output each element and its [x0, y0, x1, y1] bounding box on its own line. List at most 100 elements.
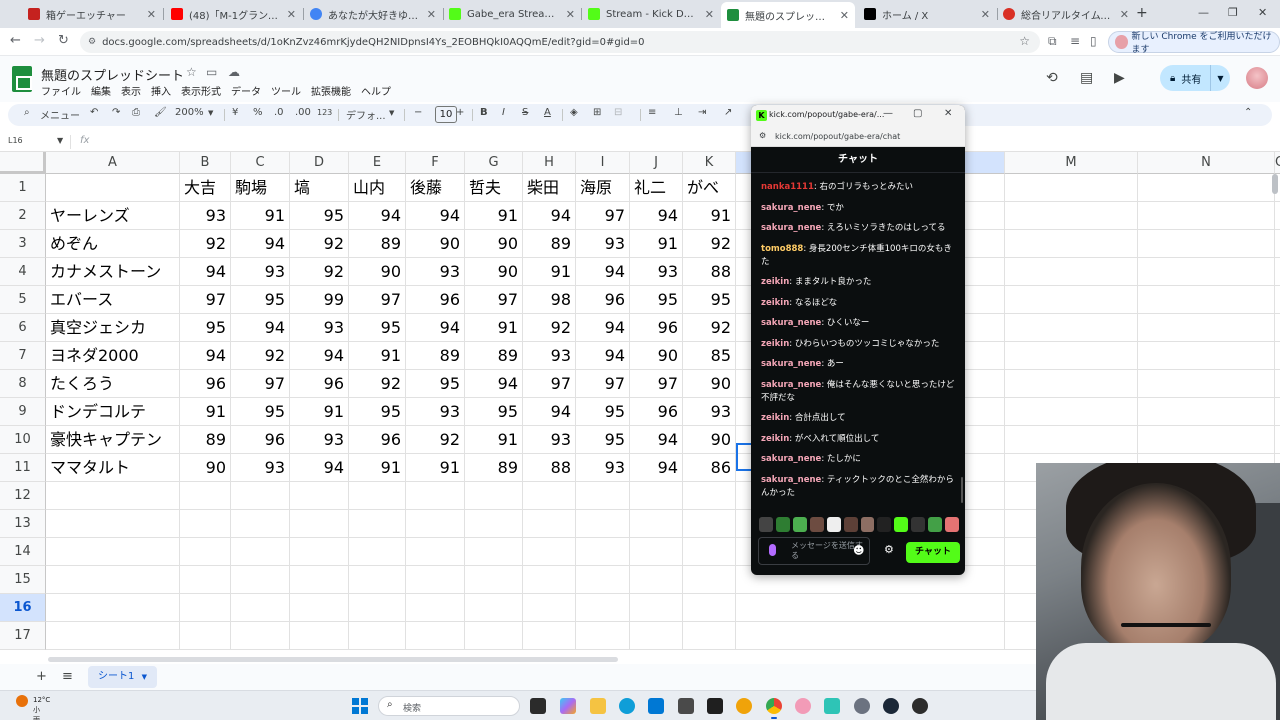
- zoom-select[interactable]: 200%: [175, 107, 204, 118]
- grid-cell[interactable]: [683, 510, 736, 538]
- grid-cell[interactable]: [576, 510, 630, 538]
- app-icon[interactable]: [824, 698, 840, 714]
- score-cell[interactable]: 91: [683, 202, 736, 230]
- chat-address-bar[interactable]: ⚙ kick.com/popout/gabe-era/chat: [751, 127, 965, 147]
- grid-cell[interactable]: [1138, 286, 1275, 314]
- grid-cell[interactable]: [1005, 174, 1138, 202]
- header-cell[interactable]: 後藤: [406, 174, 465, 202]
- score-cell[interactable]: 91: [349, 342, 406, 370]
- decrease-font-icon[interactable]: −: [414, 107, 422, 118]
- minimize-icon[interactable]: —: [1198, 6, 1209, 19]
- header-cell[interactable]: 哲夫: [465, 174, 523, 202]
- text-color-icon[interactable]: A: [544, 107, 551, 118]
- collapse-toolbar-icon[interactable]: ⌃: [1244, 107, 1252, 118]
- browser-tab[interactable]: 総合リアルタイムランキング | ✕: [997, 3, 1135, 25]
- grid-cell[interactable]: [1138, 370, 1275, 398]
- grid-cell[interactable]: [1275, 230, 1280, 258]
- grid-cell[interactable]: [523, 566, 576, 594]
- score-cell[interactable]: 97: [630, 370, 683, 398]
- chat-username[interactable]: sakura_nene: [761, 359, 821, 369]
- score-cell[interactable]: 92: [406, 426, 465, 454]
- font-size-input[interactable]: 10: [435, 106, 457, 123]
- grid-cell[interactable]: [406, 482, 465, 510]
- row-label-cell[interactable]: ママタルト: [46, 454, 180, 482]
- forward-icon[interactable]: →: [34, 33, 45, 48]
- column-header-d[interactable]: D: [290, 152, 349, 174]
- menu-file[interactable]: ファイル: [41, 83, 81, 98]
- grid-cell[interactable]: [630, 566, 683, 594]
- emote-icon[interactable]: [792, 517, 807, 532]
- score-cell[interactable]: 99: [290, 286, 349, 314]
- browser-tab-active[interactable]: 無題のスプレッドシート - Goo ✕: [721, 2, 855, 28]
- grid-cell[interactable]: [465, 510, 523, 538]
- select-all-corner[interactable]: [0, 152, 46, 174]
- grid-cell[interactable]: [1005, 314, 1138, 342]
- score-cell[interactable]: 90: [683, 426, 736, 454]
- row-label-cell[interactable]: エバース: [46, 286, 180, 314]
- move-folder-icon[interactable]: ▭: [206, 65, 217, 79]
- emoji-icon[interactable]: ☻: [853, 544, 864, 557]
- score-cell[interactable]: 89: [406, 342, 465, 370]
- score-cell[interactable]: 93: [683, 398, 736, 426]
- column-header-c[interactable]: C: [231, 152, 290, 174]
- score-cell[interactable]: 97: [180, 286, 231, 314]
- grid-cell[interactable]: [465, 566, 523, 594]
- grid-cell[interactable]: [180, 538, 231, 566]
- score-cell[interactable]: 95: [406, 370, 465, 398]
- score-cell[interactable]: 90: [406, 230, 465, 258]
- maximize-icon[interactable]: ▢: [913, 108, 922, 119]
- browser-tab[interactable]: 箱ゲーエッチャー ✕: [22, 3, 162, 25]
- grid-cell[interactable]: [349, 622, 406, 650]
- chrome-update-notice[interactable]: 新しい Chrome をご利用いただけます: [1108, 31, 1280, 55]
- column-header-n[interactable]: N: [1138, 152, 1275, 174]
- score-cell[interactable]: 97: [576, 202, 630, 230]
- score-cell[interactable]: 92: [290, 258, 349, 286]
- row-header-4[interactable]: 4: [0, 258, 46, 286]
- score-cell[interactable]: 96: [406, 286, 465, 314]
- undo-icon[interactable]: ↶: [90, 107, 98, 118]
- text-wrap-icon[interactable]: ⇥: [698, 107, 706, 118]
- borders-icon[interactable]: ⊞: [593, 107, 601, 118]
- name-box-dropdown-icon[interactable]: ▼: [57, 136, 63, 145]
- grid-cell[interactable]: [46, 482, 180, 510]
- grid-cell[interactable]: [231, 594, 290, 622]
- emote-icon[interactable]: [945, 517, 960, 532]
- score-cell[interactable]: 92: [683, 230, 736, 258]
- share-button[interactable]: 🔒︎ 共有 ▼: [1160, 65, 1230, 91]
- score-cell[interactable]: 90: [630, 342, 683, 370]
- header-cell[interactable]: 塙: [290, 174, 349, 202]
- start-menu-icon[interactable]: [352, 698, 368, 714]
- row-label-cell[interactable]: カナメストーン: [46, 258, 180, 286]
- meet-icon[interactable]: ▶: [1114, 70, 1125, 86]
- edge-icon[interactable]: [619, 698, 635, 714]
- grid-cell[interactable]: [1275, 258, 1280, 286]
- chat-username[interactable]: zeikin: [761, 339, 789, 349]
- grid-cell[interactable]: [1005, 342, 1138, 370]
- store-icon[interactable]: [648, 698, 664, 714]
- chat-send-button[interactable]: チャット: [906, 542, 960, 563]
- score-cell[interactable]: 94: [406, 202, 465, 230]
- row-label-cell[interactable]: ヤーレンズ: [46, 202, 180, 230]
- percent-format[interactable]: %: [253, 107, 263, 118]
- close-tab-icon[interactable]: ✕: [566, 8, 575, 21]
- task-view-icon[interactable]: [530, 698, 546, 714]
- score-cell[interactable]: 94: [523, 202, 576, 230]
- score-cell[interactable]: 93: [290, 426, 349, 454]
- back-icon[interactable]: ←: [10, 33, 21, 48]
- grid-cell[interactable]: [576, 622, 630, 650]
- grid-cell[interactable]: [630, 538, 683, 566]
- chat-username[interactable]: tomo888: [761, 244, 803, 254]
- score-cell[interactable]: 95: [231, 286, 290, 314]
- score-cell[interactable]: 90: [683, 370, 736, 398]
- score-cell[interactable]: 92: [180, 230, 231, 258]
- grid-cell[interactable]: [683, 566, 736, 594]
- menu-help[interactable]: ヘルプ: [361, 83, 391, 98]
- url-text[interactable]: docs.google.com/spreadsheets/d/1oKnZvz46…: [102, 37, 644, 48]
- row-header-11[interactable]: 11: [0, 454, 46, 482]
- column-header-j[interactable]: J: [630, 152, 683, 174]
- chat-settings-icon[interactable]: ⚙: [884, 543, 894, 556]
- app-icon[interactable]: [707, 698, 723, 714]
- grid-cell[interactable]: [1275, 398, 1280, 426]
- menu-edit[interactable]: 編集: [91, 83, 111, 98]
- grid-cell[interactable]: [290, 510, 349, 538]
